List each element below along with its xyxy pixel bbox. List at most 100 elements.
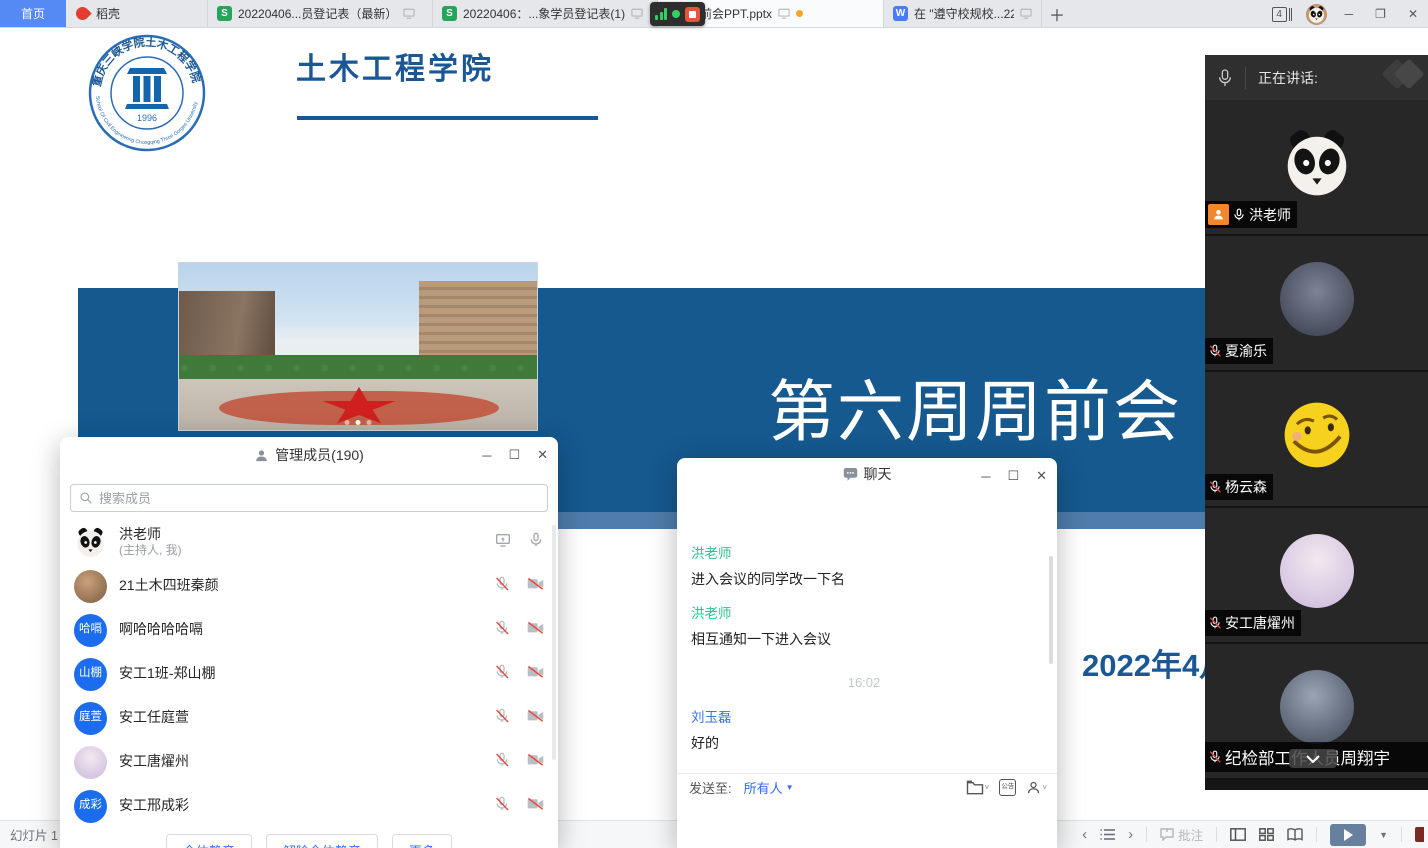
member-row[interactable]: 洪老师(主持人, 我) — [60, 520, 558, 564]
camera-off-icon[interactable] — [527, 753, 544, 772]
chat-message: 洪老师 相互通知一下进入会议 — [691, 602, 1037, 649]
meeting-float-widget[interactable] — [650, 2, 705, 26]
title-underline — [297, 116, 598, 120]
members-action-button[interactable]: 全体静音 — [166, 834, 252, 848]
send-to-label: 发送至: — [689, 778, 732, 797]
camera-off-icon[interactable] — [527, 665, 544, 684]
member-search-box[interactable] — [70, 484, 548, 512]
tab-label: 稻壳 — [96, 5, 120, 22]
prev-slide-button[interactable]: ‹ — [1082, 826, 1087, 843]
slide-banner-title: 第六周周前会 — [768, 358, 1208, 455]
chat-window-header[interactable]: 聊天 ─ ☐ ✕ — [677, 458, 1057, 490]
chat-footer: 发送至: 所有人▼ ˅ 公告 ˅ — [677, 773, 1057, 801]
close-icon[interactable]: ✕ — [537, 447, 548, 463]
announcement-button[interactable]: 公告 — [999, 779, 1016, 796]
member-row[interactable]: 21土木四班秦颜 — [60, 564, 558, 608]
carousel-dots[interactable] — [345, 420, 372, 425]
collapse-chevron-button[interactable] — [1289, 749, 1337, 768]
member-message-button[interactable]: ˅ — [1026, 780, 1047, 795]
window-manage-button[interactable]: 4 — [1272, 7, 1292, 22]
mic-muted-icon[interactable] — [494, 620, 510, 641]
member-avatar — [74, 526, 107, 559]
mic-muted-icon[interactable] — [494, 796, 510, 817]
chat-input[interactable] — [677, 801, 1057, 848]
announcement-icon: 公告 — [999, 779, 1016, 796]
member-name: 安工唐燿州 — [119, 753, 189, 771]
slideshow-play-button[interactable] — [1330, 824, 1366, 846]
chat-sender: 刘玉磊 — [691, 706, 1037, 726]
tab-label: 在 "遵守校规校...220406） — [914, 5, 1014, 22]
mic-muted-icon[interactable] — [494, 708, 510, 729]
next-slide-button[interactable]: › — [1128, 826, 1133, 843]
account-avatar[interactable] — [1306, 4, 1327, 25]
folder-icon — [966, 780, 984, 795]
speaking-label: 正在讲话: — [1258, 68, 1318, 88]
mic-on-icon[interactable] — [528, 532, 544, 553]
tab-docer[interactable]: 稻壳 — [66, 0, 208, 27]
comment-plus-icon — [1160, 828, 1174, 841]
mic-on-icon — [1232, 208, 1246, 222]
send-to-selector[interactable]: 所有人▼ — [744, 778, 794, 797]
mic-muted-icon[interactable] — [494, 576, 510, 597]
display-icon — [778, 8, 790, 19]
mic-muted-icon[interactable] — [494, 664, 510, 685]
member-search-input[interactable] — [99, 491, 539, 506]
member-avatar — [74, 746, 107, 779]
members-window: 管理成员(190) ─ ☐ ✕ 洪老师(主持人, 我) 21土木四班秦颜 哈嗝 … — [60, 437, 558, 848]
normal-view-button[interactable] — [1230, 828, 1246, 841]
participant-tile[interactable]: 杨云森 — [1205, 372, 1428, 508]
member-row[interactable]: 成彩 安工邢成彩 — [60, 784, 558, 828]
college-name: 土木工程学院 — [296, 44, 494, 88]
chat-timestamp: 16:02 — [691, 675, 1037, 690]
slideshow-dropdown-caret[interactable]: ▼ — [1379, 830, 1388, 840]
minimize-button[interactable]: ─ — [1341, 7, 1358, 21]
member-row[interactable]: 山棚 安工1班-郑山棚 — [60, 652, 558, 696]
member-row[interactable]: 安工唐燿州 — [60, 740, 558, 784]
participant-tile[interactable]: 安工唐燿州 — [1205, 508, 1428, 644]
minimize-icon[interactable]: ─ — [981, 469, 990, 484]
participant-avatar — [1280, 534, 1354, 608]
screen-share-icon[interactable] — [495, 532, 511, 553]
participant-avatar — [1280, 262, 1354, 336]
members-action-button[interactable]: 解除全体静音 — [266, 834, 378, 848]
member-list-scrollbar[interactable] — [552, 525, 556, 760]
members-window-header[interactable]: 管理成员(190) ─ ☐ ✕ — [60, 437, 558, 473]
chat-message: 洪老师 进入会议的同学改一下名 — [691, 542, 1037, 589]
annotate-button[interactable]: 批注 — [1160, 825, 1203, 844]
new-tab-button[interactable]: ＋ — [1042, 0, 1072, 27]
minimize-icon[interactable]: ─ — [482, 448, 491, 463]
slide-list-icon[interactable] — [1100, 828, 1115, 841]
modified-dot-icon — [796, 10, 803, 17]
camera-off-icon[interactable] — [527, 577, 544, 596]
restore-button[interactable]: ❐ — [1371, 7, 1390, 21]
chat-scrollbar[interactable] — [1049, 556, 1053, 664]
tab-home[interactable]: 首页 — [0, 0, 66, 27]
members-action-button[interactable]: 更多 — [392, 834, 452, 848]
member-avatar: 山棚 — [74, 658, 107, 691]
reading-view-button[interactable] — [1287, 828, 1303, 841]
maximize-icon[interactable]: ☐ — [508, 447, 520, 463]
close-icon[interactable]: ✕ — [1036, 468, 1047, 484]
slide-sorter-button[interactable] — [1259, 828, 1274, 841]
member-row[interactable]: 哈嗝 啊哈哈哈哈嗝 — [60, 608, 558, 652]
member-row[interactable]: 庭萱 安工任庭萱 — [60, 696, 558, 740]
chat-window-title: 聊天 — [864, 464, 892, 484]
tab-doc[interactable]: W 在 "遵守校规校...220406） — [884, 0, 1042, 27]
members-window-title: 管理成员(190) — [275, 445, 364, 465]
camera-off-icon[interactable] — [527, 797, 544, 816]
mic-muted-icon[interactable] — [494, 752, 510, 773]
maximize-icon[interactable]: ☐ — [1007, 468, 1019, 484]
participant-tile[interactable]: 夏渝乐 — [1205, 236, 1428, 372]
file-transfer-button[interactable]: ˅ — [966, 780, 990, 795]
tab-sheet[interactable]: S 20220406...员登记表（最新） — [208, 0, 433, 27]
participant-name-label: 夏渝乐 — [1205, 338, 1273, 364]
tab-sheet[interactable]: S 20220406：...象学员登记表(1) — [433, 0, 658, 27]
participant-tile[interactable]: 洪老师 — [1205, 100, 1428, 236]
camera-off-icon[interactable] — [527, 621, 544, 640]
mic-muted-icon — [1208, 750, 1222, 764]
camera-off-icon[interactable] — [527, 709, 544, 728]
person-icon — [254, 448, 269, 463]
member-role: (主持人, 我) — [119, 543, 182, 558]
doc-file-icon: W — [893, 6, 908, 21]
close-button[interactable]: ✕ — [1404, 7, 1422, 21]
